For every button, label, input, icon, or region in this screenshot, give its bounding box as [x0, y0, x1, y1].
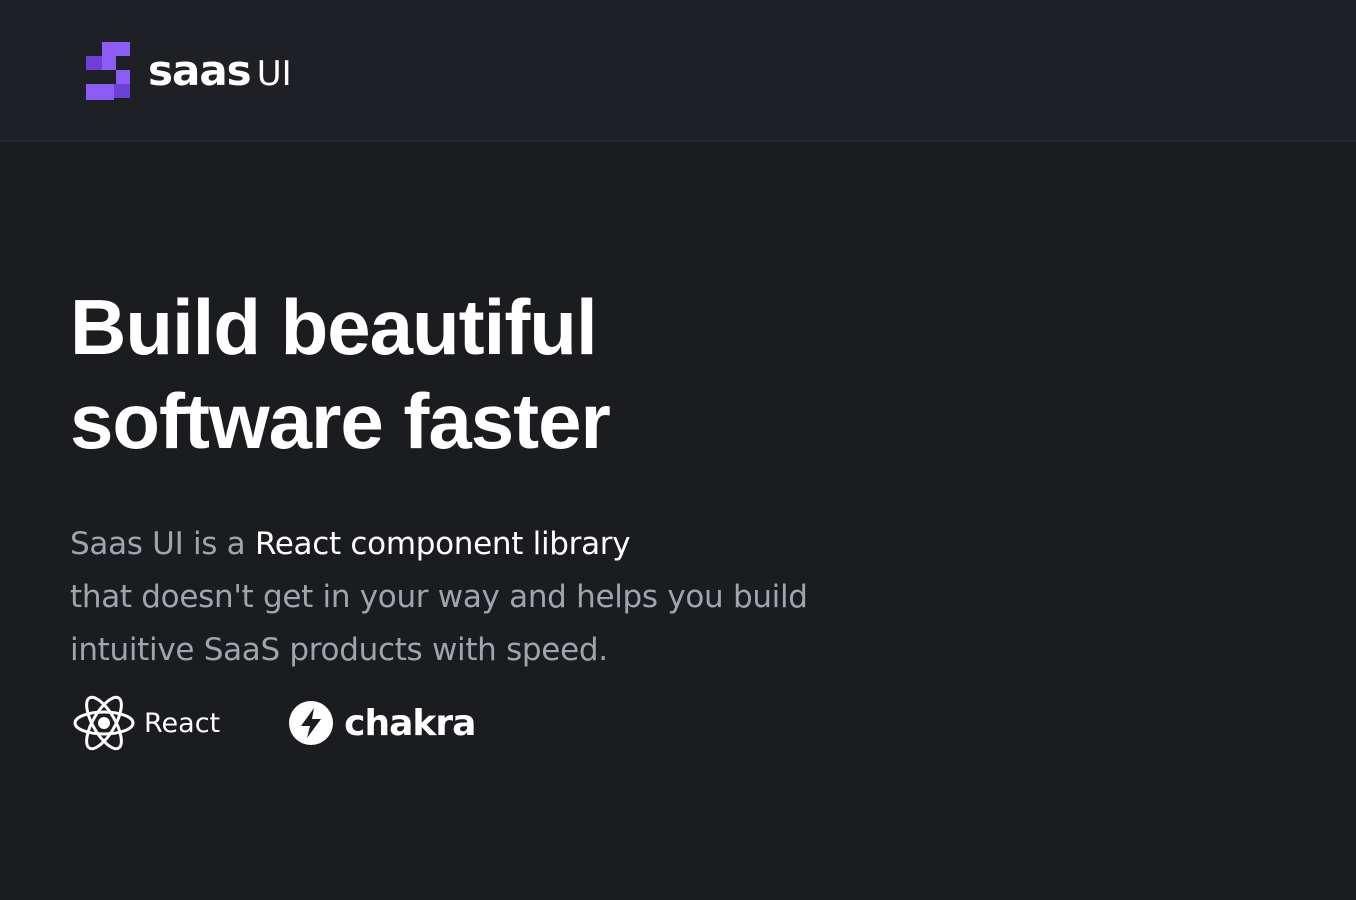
tech-logos: React chakra	[72, 694, 476, 752]
hero-subtext: Saas UI is a React component library that…	[70, 518, 850, 677]
logo-suffix: UI	[256, 54, 292, 94]
react-icon	[73, 695, 135, 751]
site-header: saas UI	[0, 0, 1356, 142]
headline-line-1: Build beautiful	[70, 283, 598, 371]
react-logo: React	[72, 694, 220, 752]
hero-section: Build beautiful software faster Saas UI …	[70, 280, 850, 677]
saas-ui-logo-icon	[86, 42, 130, 100]
subtext-part-1: Saas UI is a	[70, 526, 255, 562]
react-label: React	[144, 707, 221, 739]
hero-headline: Build beautiful software faster	[70, 280, 850, 468]
subtext-highlight: React component library	[254, 526, 631, 562]
saas-ui-logo[interactable]: saas UI	[86, 42, 292, 100]
headline-line-2: software faster	[70, 377, 611, 465]
chakra-logo: chakra	[288, 700, 476, 746]
logo-word: saas	[148, 46, 252, 95]
chakra-label: chakra	[344, 702, 476, 744]
chakra-bolt-icon	[289, 701, 334, 745]
subtext-part-2: that doesn't get in your way and helps y…	[70, 579, 808, 668]
